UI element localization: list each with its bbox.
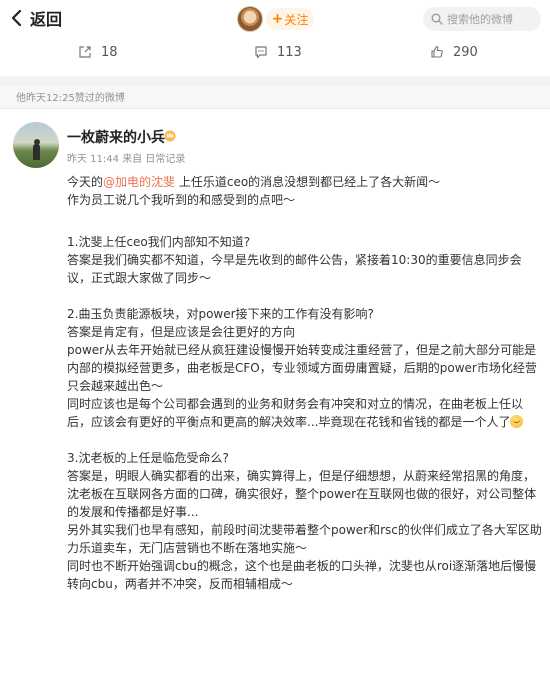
answer-2-line-3: 同时应该也是每个公司都会遇到的业务和财务会有冲突和对立的情况，在曲老板上任以后，… bbox=[67, 395, 543, 431]
comment-count: 113 bbox=[277, 44, 302, 60]
search-input[interactable] bbox=[447, 12, 539, 26]
divider bbox=[0, 108, 550, 109]
question-3: 3.沈老板的上任是临危受命么? bbox=[67, 451, 229, 465]
search-box[interactable] bbox=[423, 7, 541, 31]
follow-button[interactable]: + 关注 bbox=[266, 8, 314, 30]
author-avatar-small[interactable] bbox=[237, 6, 263, 32]
laughing-emoji-icon bbox=[510, 415, 524, 428]
intro-line: 今天的@加电的沈斐 上任乐道ceo的消息没想到都已经上了各大新闻～ bbox=[67, 173, 543, 191]
like-count: 290 bbox=[453, 44, 478, 60]
repost-icon bbox=[79, 46, 91, 58]
back-button[interactable]: 返回 bbox=[10, 6, 62, 30]
repost-count: 18 bbox=[101, 44, 118, 60]
chevron-left-icon bbox=[11, 9, 22, 27]
avatar-figure-body bbox=[33, 144, 40, 160]
comment-button[interactable]: 113 bbox=[254, 42, 302, 62]
follow-label: 关注 bbox=[284, 12, 309, 27]
post-author-name[interactable]: 一枚蔚来的小兵 bbox=[67, 127, 165, 147]
post-author-avatar[interactable] bbox=[13, 122, 59, 168]
intro-suffix: 上任乐道ceo的消息没想到都已经上了各大新闻～ bbox=[175, 175, 441, 189]
action-stats-bar: 18 113 290 bbox=[0, 38, 550, 66]
answer-2-line-1: 答案是肯定有，但是应该是会往更好的方向 bbox=[67, 325, 296, 339]
intro-prefix: 今天的 bbox=[67, 175, 104, 189]
back-label: 返回 bbox=[30, 10, 63, 29]
search-icon bbox=[431, 13, 443, 25]
answer-1: 答案是我们确实都不知道，今早是先收到的邮件公告，紧接着10:30的重要信息同步会… bbox=[67, 253, 522, 285]
plus-icon: + bbox=[271, 11, 284, 27]
post-content: 今天的@加电的沈斐 上任乐道ceo的消息没想到都已经上了各大新闻～ 作为员工说几… bbox=[67, 173, 543, 593]
answer-3-line-2: 另外其实我们也早有感知，前段时间沈斐带着整个power和rsc的伙伴们成立了各大… bbox=[67, 523, 542, 555]
like-button[interactable]: 290 bbox=[430, 42, 478, 62]
liked-notice-bar: 他昨天12:25赞过的微博 bbox=[0, 86, 550, 108]
like-icon bbox=[431, 45, 443, 58]
mention-link[interactable]: @加电的沈斐 bbox=[103, 175, 175, 189]
answer-3-line-1: 答案是，明眼人确实都看的出来，确实算得上，但是仔细想想，从蔚来经常招黑的角度，沈… bbox=[67, 469, 537, 519]
liked-notice: 他昨天12:25赞过的微博 bbox=[16, 93, 125, 104]
comment-icon bbox=[255, 46, 267, 59]
post-meta: 昨天 11:44 来自 日常记录 bbox=[67, 150, 185, 165]
top-bar: 返回 + 关注 bbox=[0, 0, 550, 38]
answer-2-line-3-text: 同时应该也是每个公司都会遇到的业务和财务会有冲突和对立的情况，在曲老板上任以后，… bbox=[67, 397, 524, 429]
question-1: 1.沈斐上任ceo我们内部知不知道? bbox=[67, 235, 251, 249]
crown-badge-icon bbox=[164, 130, 176, 142]
intro-line-2: 作为员工说几个我听到的和感受到的点吧～ bbox=[67, 193, 296, 207]
section-gap bbox=[0, 76, 550, 86]
post-source: 来自 日常记录 bbox=[122, 154, 186, 165]
question-2: 2.曲玉负责能源板块，对power接下来的工作有没有影响? bbox=[67, 307, 374, 321]
post-time: 昨天 11:44 bbox=[67, 154, 119, 165]
answer-2-line-2: power从去年开始就已经从疯狂建设慢慢开始转变成注重经营了，但是之前大部分可能… bbox=[67, 343, 537, 393]
repost-button[interactable]: 18 bbox=[78, 42, 118, 62]
answer-3-line-3: 同时也不断开始强调cbu的概念，这个也是曲老板的口头禅，沈斐也从roi逐渐落地后… bbox=[67, 559, 537, 591]
